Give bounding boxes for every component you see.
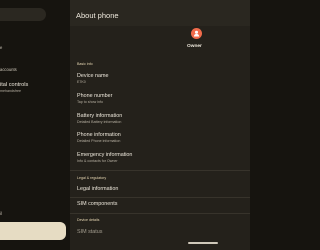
- section-legal-regulatory: Legal & regulatory: [77, 176, 107, 180]
- owner-name: Owner: [187, 44, 202, 49]
- emergency-information-title[interactable]: Emergency information: [77, 152, 132, 158]
- phone-number-title[interactable]: Phone number: [77, 93, 112, 99]
- owner-avatar-icon: [191, 28, 202, 39]
- nav-item-accounts[interactable]: accounts: [0, 67, 17, 72]
- device-name-title[interactable]: Device name: [77, 73, 108, 79]
- nav-item-about-phone-selected[interactable]: [0, 222, 66, 240]
- section-basic-info: Basic info: [77, 62, 93, 66]
- legal-information-title[interactable]: Legal information: [77, 186, 118, 192]
- sim-status-title[interactable]: SIM status: [77, 229, 102, 235]
- nav-item-digital-controls[interactable]: ital controls: [0, 82, 28, 88]
- emergency-information-subtitle: Info & contacts for Owner: [77, 159, 118, 163]
- section-divider: [70, 197, 250, 198]
- battery-information-subtitle: Detailed Battery information: [77, 120, 122, 124]
- section-divider: [70, 170, 250, 171]
- phone-information-title[interactable]: Phone information: [77, 132, 121, 138]
- section-divider: [70, 213, 250, 214]
- sim-components-title[interactable]: SIM components: [77, 201, 117, 207]
- search-bar[interactable]: [0, 8, 46, 21]
- battery-information-title[interactable]: Battery information: [77, 113, 122, 119]
- section-device-details: Device details: [77, 218, 100, 222]
- nav-item-digital-controls-subtitle: mehandsfree: [0, 89, 21, 93]
- page-title: About phone: [76, 11, 119, 20]
- about-phone-pane: About phone Owner Basic info Device name…: [70, 0, 250, 250]
- nav-item-bottom[interactable]: il: [0, 211, 2, 216]
- phone-information-subtitle: Detailed Phone information: [77, 139, 121, 143]
- phone-number-subtitle: Tap to show info: [77, 100, 103, 104]
- gesture-bar: [188, 242, 218, 244]
- nav-item-label[interactable]: e: [0, 45, 2, 50]
- settings-navigation-pane: e accounts ital controls mehandsfree il: [0, 0, 70, 250]
- device-name-value: E7K0: [77, 80, 86, 84]
